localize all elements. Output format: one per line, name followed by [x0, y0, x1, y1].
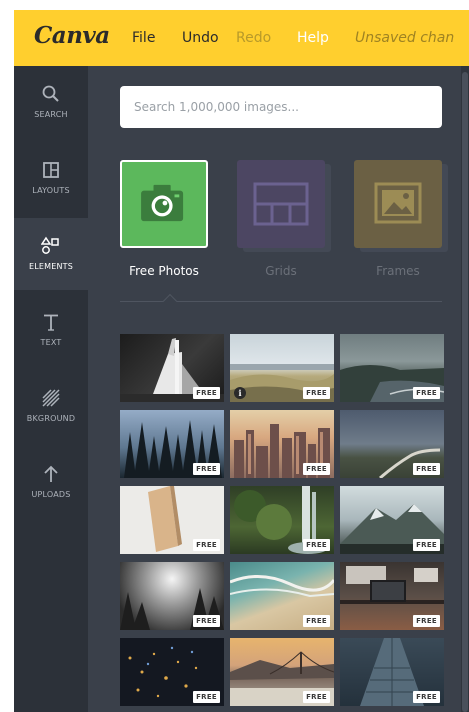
sidebar-item-layouts[interactable]: LAYOUTS — [14, 142, 88, 214]
upload-icon — [44, 465, 58, 482]
sidebar-item-label: SEARCH — [34, 110, 68, 119]
sidebar-item-label: UPLOADS — [31, 490, 71, 499]
free-badge: FREE — [193, 387, 220, 399]
photo-thumbnail[interactable]: FREE — [230, 410, 334, 478]
free-badge: FREE — [413, 387, 440, 399]
free-badge: FREE — [303, 539, 330, 551]
menu-help[interactable]: Help — [297, 30, 329, 46]
category-frames[interactable]: Frames — [354, 160, 442, 278]
search-input[interactable] — [120, 86, 442, 128]
category-free-photos[interactable]: Free Photos — [120, 160, 208, 278]
menu-redo[interactable]: Redo — [236, 30, 271, 46]
photo-thumbnail[interactable]: FREE — [120, 334, 224, 402]
photo-thumbnail[interactable]: FREE — [120, 562, 224, 630]
left-sidebar: SEARCH LAYOUTS ELEMENTS TEXT BKGROUND UP… — [14, 66, 88, 712]
free-badge: FREE — [303, 615, 330, 627]
category-label: Grids — [265, 264, 297, 278]
elements-icon — [41, 236, 59, 254]
category-tile — [354, 160, 442, 248]
canva-editor: Canva File Undo Redo Help Unsaved chan S… — [14, 10, 469, 712]
free-badge: FREE — [193, 539, 220, 551]
menu-undo[interactable]: Undo — [182, 30, 219, 46]
grid-icon — [253, 182, 309, 226]
save-status: Unsaved chan — [355, 30, 455, 46]
free-badge: FREE — [413, 539, 440, 551]
free-badge: FREE — [193, 615, 220, 627]
scroll-thumb[interactable] — [462, 72, 468, 712]
photo-thumbnail[interactable]: FREE — [230, 638, 334, 706]
photo-thumbnail[interactable]: FREE — [230, 562, 334, 630]
menu-file[interactable]: File — [132, 30, 155, 46]
camera-icon — [141, 184, 184, 222]
sidebar-item-elements[interactable]: ELEMENTS — [14, 218, 88, 290]
free-badge: FREE — [193, 463, 220, 475]
sidebar-item-label: BKGROUND — [26, 414, 76, 423]
photo-thumbnail[interactable]: FREE — [230, 486, 334, 554]
free-badge: FREE — [303, 463, 330, 475]
free-badge: FREE — [193, 691, 220, 703]
top-toolbar: Canva File Undo Redo Help Unsaved chan — [14, 10, 469, 66]
category-grids[interactable]: Grids — [237, 160, 325, 278]
photo-thumbnail[interactable]: FREE — [340, 334, 444, 402]
sidebar-item-label: LAYOUTS — [32, 186, 70, 195]
category-label: Free Photos — [129, 264, 199, 278]
photo-thumbnail[interactable]: FREE — [120, 410, 224, 478]
photo-thumbnail[interactable]: FREE — [120, 638, 224, 706]
photo-thumbnail[interactable]: FREE — [340, 638, 444, 706]
free-badge: FREE — [303, 691, 330, 703]
sidebar-item-background[interactable]: BKGROUND — [14, 370, 88, 442]
free-badge: FREE — [303, 387, 330, 399]
photo-thumbnail[interactable]: i FREE — [230, 334, 334, 402]
selected-category-caret — [162, 293, 178, 309]
sidebar-item-uploads[interactable]: UPLOADS — [14, 446, 88, 518]
canva-logo[interactable]: Canva — [34, 22, 110, 49]
photo-thumbnail[interactable]: FREE — [340, 562, 444, 630]
category-tile — [237, 160, 325, 248]
free-badge: FREE — [413, 615, 440, 627]
photo-thumbnail[interactable]: FREE — [340, 486, 444, 554]
sidebar-item-label: ELEMENTS — [28, 262, 74, 271]
frame-icon — [374, 182, 422, 224]
sidebar-item-label: TEXT — [40, 338, 62, 347]
search-icon — [42, 85, 59, 102]
free-badge: FREE — [413, 463, 440, 475]
background-icon — [42, 389, 60, 407]
scrollbar[interactable] — [461, 66, 469, 712]
text-icon — [44, 314, 58, 331]
sidebar-item-text[interactable]: TEXT — [14, 294, 88, 366]
info-icon[interactable]: i — [234, 387, 246, 399]
photo-thumbnail[interactable]: FREE — [340, 410, 444, 478]
photo-thumbnail[interactable]: FREE — [120, 486, 224, 554]
sidebar-item-search[interactable]: SEARCH — [14, 66, 88, 138]
free-badge: FREE — [413, 691, 440, 703]
category-label: Frames — [376, 264, 420, 278]
category-tile — [120, 160, 208, 248]
layouts-icon — [43, 162, 59, 178]
